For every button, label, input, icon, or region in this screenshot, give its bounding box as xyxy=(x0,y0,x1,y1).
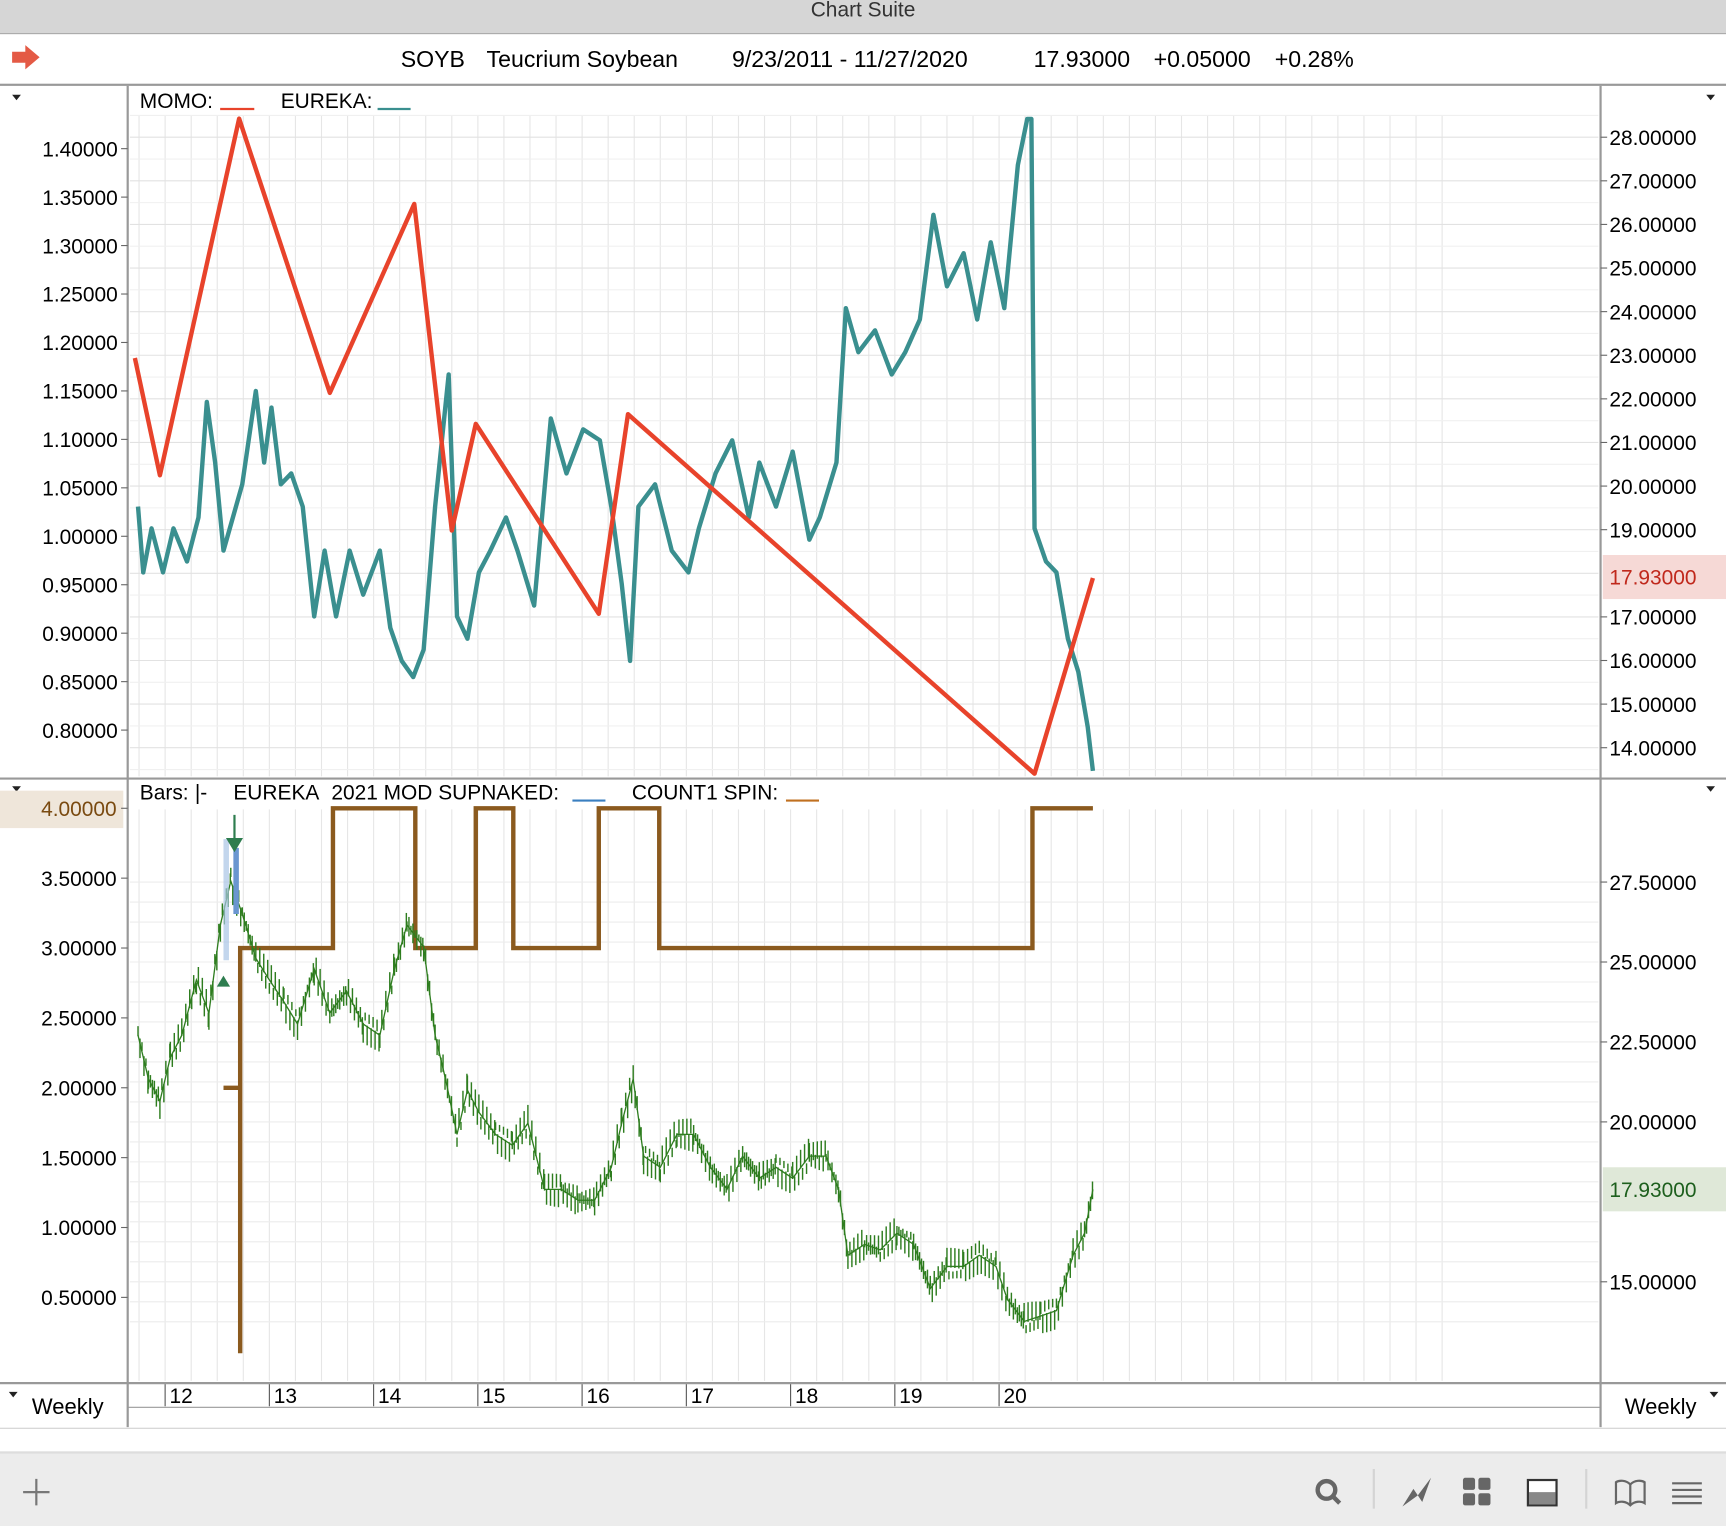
signal-bar xyxy=(223,839,229,961)
legend-supnaked[interactable]: 2021 MOD SUPNAKED: xyxy=(331,781,559,804)
add-icon[interactable] xyxy=(20,1476,53,1509)
left-axis-tick: 1.35000 xyxy=(42,187,118,210)
legend-count1-spin[interactable]: COUNT1 SPIN: xyxy=(632,781,778,804)
panel-menu-icon[interactable] xyxy=(12,94,21,101)
right-axis-tick: 15.00000 xyxy=(1609,1272,1696,1295)
arrow-down-icon xyxy=(225,814,244,853)
right-axis-tick: 22.00000 xyxy=(1609,389,1696,412)
right-axis-tick: 23.00000 xyxy=(1609,345,1696,368)
right-axis-tick: 14.00000 xyxy=(1609,737,1696,760)
signal-bar xyxy=(233,847,239,914)
legend-bars-symbol: |- xyxy=(195,781,207,804)
book-icon[interactable] xyxy=(1614,1476,1647,1509)
left-axis-tick: 1.00000 xyxy=(41,1217,117,1240)
right-axis-tick: 27.00000 xyxy=(1609,171,1696,194)
bottom-toolbar xyxy=(0,1451,1726,1526)
left-axis-tick: 0.85000 xyxy=(42,671,118,694)
right-axis-tick: 21.00000 xyxy=(1609,432,1696,455)
right-axis-tick: 16.00000 xyxy=(1609,650,1696,673)
legend-bars[interactable]: Bars: xyxy=(140,781,189,804)
right-axis-tick: 22.50000 xyxy=(1609,1032,1696,1055)
right-axis-tick: 25.00000 xyxy=(1609,952,1696,975)
panel-menu-icon[interactable] xyxy=(1706,786,1716,792)
left-axis-tick: 4.00000 xyxy=(41,798,117,821)
right-axis-tick: 24.00000 xyxy=(1609,301,1696,324)
legend-eureka[interactable]: EUREKA: xyxy=(281,90,373,113)
last-price-label-bottom: 17.93000 xyxy=(1609,1179,1696,1202)
eureka-price-line xyxy=(135,116,1096,772)
time-axis-label: 15 xyxy=(482,1385,505,1408)
supnaked-step-line xyxy=(223,806,1093,1354)
legend-eureka-bottom[interactable]: EUREKA xyxy=(233,781,319,804)
left-axis-tick: 1.05000 xyxy=(42,478,118,501)
left-axis-tick: 2.50000 xyxy=(41,1008,117,1031)
right-axis-tick: 28.00000 xyxy=(1609,127,1696,150)
left-axis-tick: 1.40000 xyxy=(42,138,118,161)
left-axis-tick: 0.80000 xyxy=(42,720,118,743)
right-axis-tick: 20.00000 xyxy=(1609,476,1696,499)
left-axis-tick: 1.50000 xyxy=(41,1147,117,1170)
left-axis-tick: 1.25000 xyxy=(42,284,118,307)
grid-layout-icon[interactable] xyxy=(1461,1476,1494,1509)
search-icon[interactable] xyxy=(1312,1476,1345,1509)
time-axis-label: 12 xyxy=(170,1385,193,1408)
chart-area[interactable]: MOMO: EUREKA: Bars: |- EUREKA 2021 MOD S… xyxy=(0,0,1726,1451)
legend-momo[interactable]: MOMO: xyxy=(140,90,213,113)
panel-menu-icon[interactable] xyxy=(1706,94,1716,101)
right-axis-tick: 20.00000 xyxy=(1609,1112,1696,1135)
time-axis-label: 20 xyxy=(1003,1385,1026,1408)
period-selector-right[interactable]: Weekly xyxy=(1625,1394,1697,1419)
left-axis-tick: 0.50000 xyxy=(41,1287,117,1310)
right-axis-tick: 17.00000 xyxy=(1609,607,1696,630)
time-axis-label: 17 xyxy=(691,1385,714,1408)
time-axis-label: 18 xyxy=(795,1385,818,1408)
right-axis-tick: 15.00000 xyxy=(1609,694,1696,717)
time-axis-label: 19 xyxy=(899,1385,922,1408)
left-axis-tick: 1.30000 xyxy=(42,235,118,258)
left-axis-tick: 0.95000 xyxy=(42,574,118,597)
time-axis-label: 16 xyxy=(587,1385,610,1408)
right-axis-tick: 26.00000 xyxy=(1609,214,1696,237)
left-axis-tick: 1.20000 xyxy=(42,332,118,355)
right-axis-tick: 25.00000 xyxy=(1609,258,1696,281)
period-menu-icon[interactable] xyxy=(8,1391,18,1398)
left-axis-tick: 1.00000 xyxy=(42,526,118,549)
menu-icon[interactable] xyxy=(1671,1476,1704,1509)
chart-line-icon[interactable] xyxy=(1400,1476,1433,1509)
last-price-label-top: 17.93000 xyxy=(1609,567,1696,590)
time-axis-label: 13 xyxy=(274,1385,297,1408)
left-axis-tick: 1.10000 xyxy=(42,429,118,452)
momo-line xyxy=(132,116,1096,776)
arrow-up-icon xyxy=(216,975,231,987)
right-axis-tick: 19.00000 xyxy=(1609,519,1696,542)
left-axis-tick: 2.00000 xyxy=(41,1077,117,1100)
time-axis-label: 14 xyxy=(378,1385,402,1408)
left-axis-tick: 1.15000 xyxy=(42,381,118,404)
left-axis-tick: 3.00000 xyxy=(41,938,117,961)
period-selector-left[interactable]: Weekly xyxy=(32,1394,104,1419)
signal-markers xyxy=(216,814,244,987)
left-axis-tick: 0.90000 xyxy=(42,623,118,646)
period-menu-icon[interactable] xyxy=(1709,1391,1719,1398)
right-axis-tick: 27.50000 xyxy=(1609,872,1696,895)
panel-layout-icon[interactable] xyxy=(1526,1476,1559,1509)
left-axis-tick: 3.50000 xyxy=(41,868,117,891)
gridlines xyxy=(129,114,1599,1381)
chart-suite-window: Chart Suite SOYB Teucrium Soybean 9/23/2… xyxy=(0,0,1726,1526)
